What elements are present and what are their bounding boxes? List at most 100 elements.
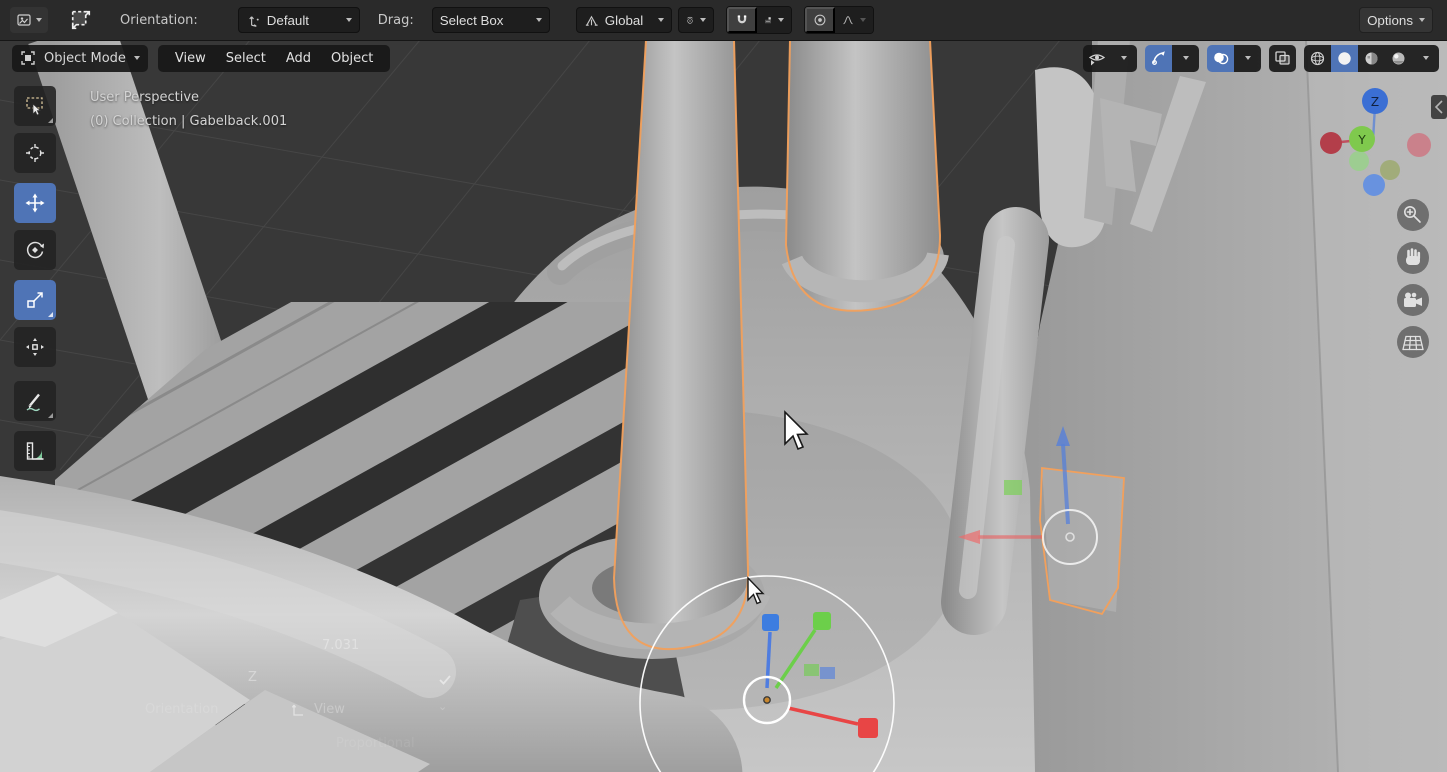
redo-orientation-value[interactable]: View	[314, 702, 345, 717]
gizmo-plane-handle[interactable]	[804, 664, 819, 676]
gizmos-group	[1145, 45, 1199, 72]
menu-add[interactable]: Add	[277, 45, 320, 72]
viewport-overlay-text: User Perspective (0) Collection | Gabelb…	[90, 86, 287, 134]
pivot-point-dropdown[interactable]	[678, 7, 714, 33]
cursor-3d-icon	[24, 142, 46, 164]
transform-orientation-icon	[246, 13, 261, 28]
viewport-header-right	[1083, 45, 1439, 72]
transform-orientation-dropdown[interactable]: Global	[576, 7, 672, 33]
orientation-value: Default	[267, 13, 340, 28]
proportional-falloff-dropdown[interactable]	[835, 7, 873, 33]
mode-value: Object Mode	[44, 51, 126, 66]
scene-canvas[interactable]: Z Y	[0, 40, 1447, 772]
shading-group	[1304, 45, 1439, 72]
shading-wireframe-button[interactable]	[1304, 45, 1331, 72]
magnet-icon	[735, 12, 749, 28]
toggle-ortho-button[interactable]	[1397, 326, 1429, 358]
nav-axis-x-neg[interactable]	[1407, 133, 1431, 157]
rendered-sphere-icon	[1390, 50, 1407, 67]
gizmo-plane-handle[interactable]	[820, 667, 835, 679]
redo-axis-value[interactable]: Z	[248, 670, 257, 685]
tool-select-box[interactable]	[14, 86, 56, 126]
chevron-down-icon	[860, 18, 866, 22]
gizmos-dropdown[interactable]	[1172, 45, 1199, 72]
tool-settings-bar: Orientation: Default Drag: Select Box Gl…	[0, 0, 1447, 41]
snap-settings-dropdown[interactable]	[757, 7, 791, 33]
show-object-types-button[interactable]	[1083, 45, 1110, 72]
object-origin-dot	[764, 697, 770, 703]
gizmo-z-handle[interactable]	[762, 614, 779, 631]
wireframe-sphere-icon	[1309, 50, 1326, 67]
shading-dropdown[interactable]	[1412, 45, 1439, 72]
gizmo-y-handle[interactable]	[813, 612, 831, 630]
nav-axis-y-label: Y	[1357, 133, 1366, 147]
sidebar-toggle[interactable]	[1431, 95, 1447, 119]
options-label: Options	[1367, 13, 1413, 28]
redo-move-z-value[interactable]: 7.031	[322, 638, 359, 653]
overlays-icon	[1212, 50, 1229, 66]
pan-button[interactable]	[1397, 242, 1429, 274]
nav-axis-ghost[interactable]	[1363, 174, 1385, 196]
move-icon	[24, 192, 46, 214]
nav-axis-z-label: Z	[1371, 95, 1379, 109]
show-gizmos-button[interactable]	[1145, 45, 1172, 72]
tool-cursor[interactable]	[14, 133, 56, 173]
transform-orientation-value: Global	[605, 13, 652, 28]
tool-transform[interactable]	[14, 327, 56, 367]
proportional-circle-icon	[813, 12, 827, 28]
show-overlays-button[interactable]	[1207, 45, 1234, 72]
redo-orientation-chevron[interactable]: ⌄	[438, 700, 447, 713]
menu-select[interactable]: Select	[217, 45, 275, 72]
tool-annotate[interactable]	[14, 381, 56, 421]
overlays-dropdown[interactable]	[1234, 45, 1261, 72]
viewport-menus: View Select Add Object	[158, 45, 390, 72]
show-object-types-dropdown[interactable]	[1110, 45, 1137, 72]
view-name-overlay: User Perspective	[90, 86, 287, 110]
chevron-down-icon	[134, 56, 140, 60]
chevron-down-icon	[700, 18, 706, 22]
editor-type-button[interactable]	[10, 7, 48, 33]
gizmo-x-handle[interactable]	[858, 718, 878, 738]
gizmo-icon	[1151, 50, 1167, 66]
camera-view-button[interactable]	[1397, 284, 1429, 316]
drag-dropdown[interactable]: Select Box	[432, 7, 550, 33]
menu-object[interactable]: Object	[322, 45, 382, 72]
nav-axis-x[interactable]	[1320, 132, 1342, 154]
zoom-button[interactable]	[1397, 199, 1429, 231]
tool-scale[interactable]	[14, 280, 56, 320]
orientation-dropdown[interactable]: Default	[238, 7, 360, 33]
measure-ruler-icon	[24, 440, 46, 462]
options-dropdown[interactable]: Options	[1359, 7, 1433, 33]
shading-solid-button[interactable]	[1331, 45, 1358, 72]
nav-axis-ghost[interactable]	[1380, 160, 1400, 180]
mesh-selected-bracket[interactable]	[1040, 468, 1124, 614]
checkbox-check-icon[interactable]	[438, 674, 452, 686]
tool-move[interactable]	[14, 183, 56, 223]
falloff-curve-icon	[842, 12, 854, 28]
material-sphere-icon	[1363, 50, 1380, 67]
tool-measure[interactable]	[14, 431, 56, 471]
axis-mini-icon	[290, 703, 306, 719]
xray-toggle-button[interactable]	[1269, 45, 1296, 72]
active-tool-icon[interactable]	[68, 7, 94, 33]
redo-orientation-label: Orientation	[145, 702, 218, 717]
annotate-pen-icon	[24, 390, 46, 412]
subtool-corner	[48, 413, 53, 418]
gizmo-plane-handle[interactable]	[1004, 480, 1022, 495]
xray-icon	[1274, 50, 1291, 66]
chevron-down-icon	[1245, 56, 1251, 60]
shading-material-button[interactable]	[1358, 45, 1385, 72]
viewport-3d[interactable]: Z Y	[0, 40, 1447, 772]
proportional-editing-button[interactable]	[805, 7, 835, 33]
snap-toggle-button[interactable]	[727, 7, 757, 33]
chevron-down-icon	[536, 18, 542, 22]
tool-rotate[interactable]	[14, 230, 56, 270]
chevron-down-icon	[346, 18, 352, 22]
mode-dropdown[interactable]: Object Mode	[12, 45, 148, 72]
visibility-group	[1083, 45, 1137, 72]
menu-view[interactable]: View	[166, 45, 215, 72]
shading-rendered-button[interactable]	[1385, 45, 1412, 72]
rotate-icon	[24, 239, 46, 261]
nav-axis-ghost[interactable]	[1349, 151, 1369, 171]
tool-shelf	[14, 86, 56, 471]
